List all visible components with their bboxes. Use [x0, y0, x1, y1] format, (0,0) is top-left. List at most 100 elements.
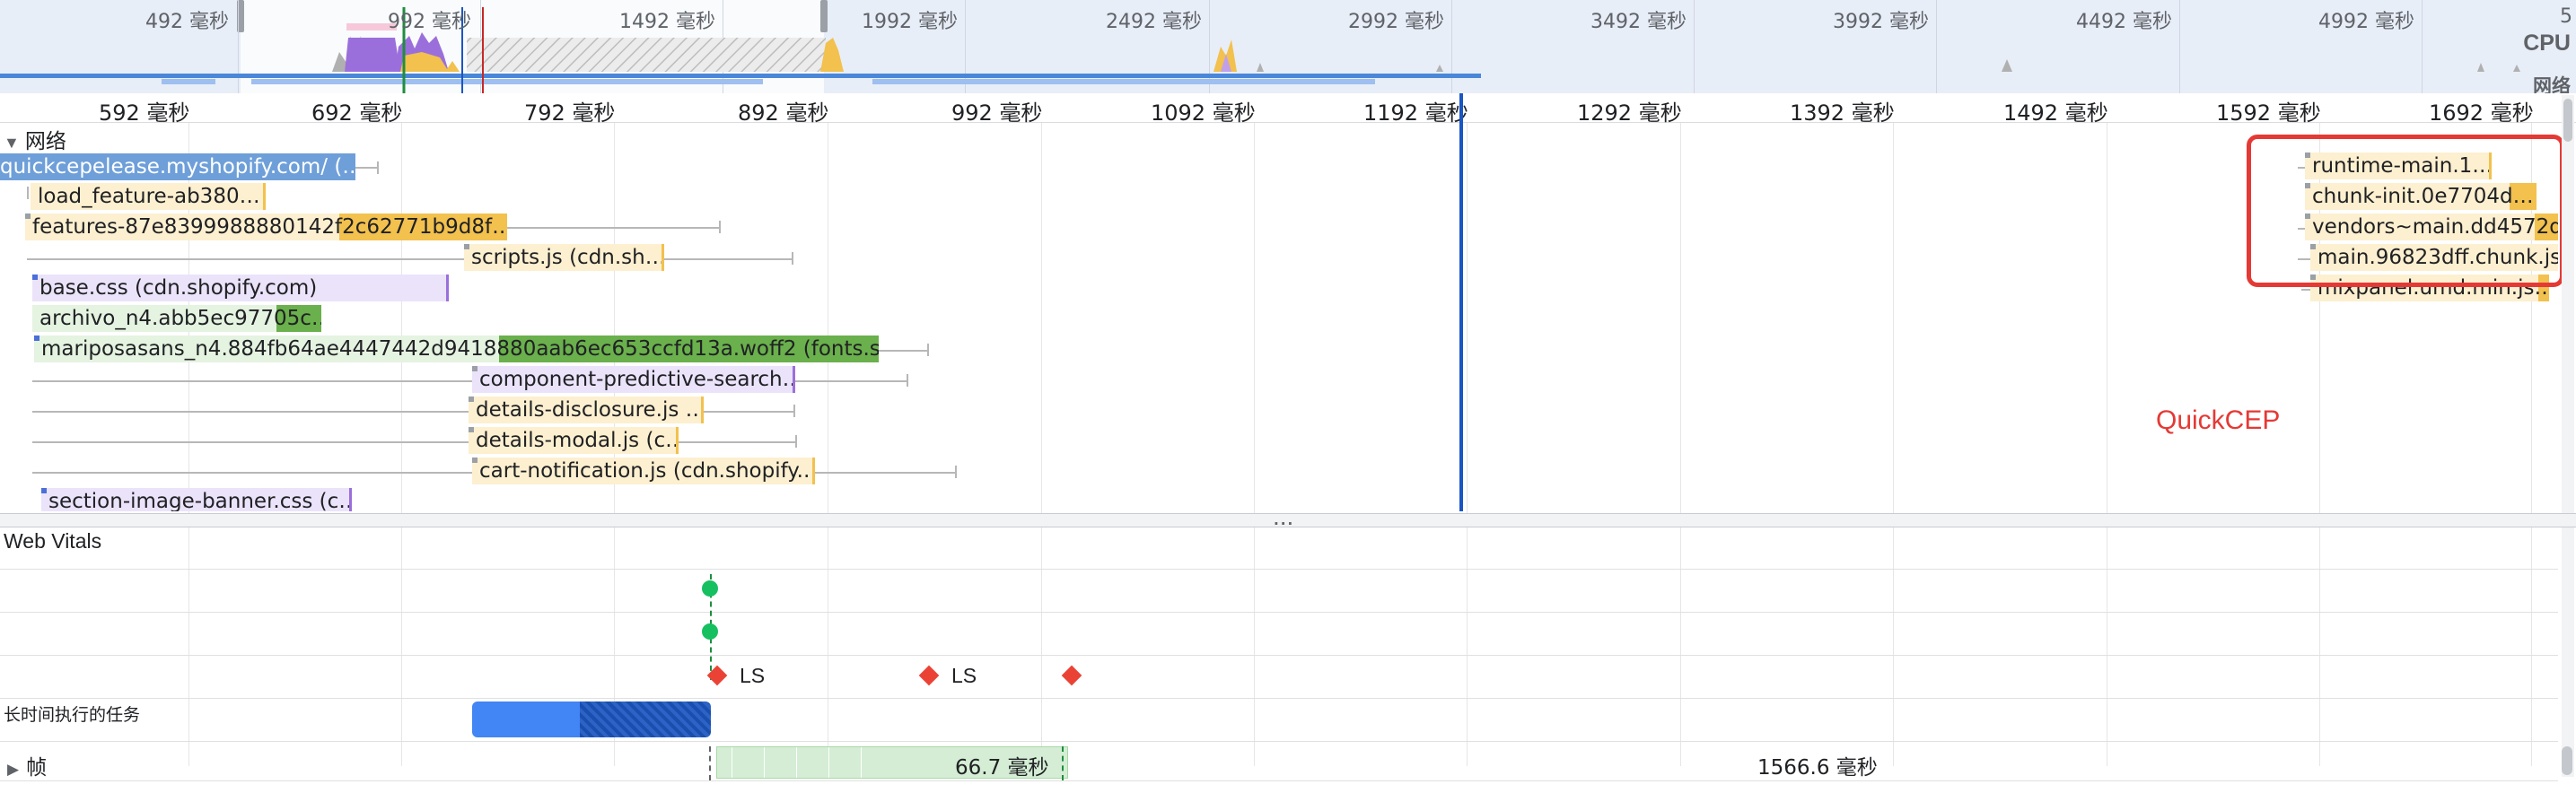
layout-shift-label: LS [740, 664, 766, 687]
track-divider [0, 741, 2558, 742]
long-task-blocking-portion[interactable] [580, 702, 711, 737]
request-whisker [507, 227, 719, 229]
overview-tick-label: 2992 毫秒 [1348, 11, 1444, 33]
overview-tick-label: 5 [2560, 5, 2572, 28]
overview-tick-label: 3992 毫秒 [1833, 11, 1929, 33]
request-whisker-end [955, 466, 957, 478]
overview-tick-label: 1492 毫秒 [619, 11, 715, 33]
ruler-tick-label: 992 毫秒 [951, 100, 1043, 126]
track-divider [0, 655, 2558, 656]
ruler-tick-label: 592 毫秒 [99, 100, 190, 126]
scrollbar-thumb[interactable] [2563, 99, 2572, 142]
track-divider [0, 780, 2558, 781]
overview-tick-label: 492 毫秒 [145, 11, 229, 33]
track-divider [0, 569, 2558, 570]
request-whisker-start [27, 187, 29, 199]
network-request-label: component-predictive-search… [479, 368, 795, 391]
overview-tick-label: 992 毫秒 [388, 11, 471, 33]
network-section-title: 网络 [24, 129, 66, 152]
network-request-label: scripts.js (cdn.sh… [471, 246, 664, 269]
request-whisker [679, 441, 795, 443]
network-request-row[interactable]: cart-notification.js (cdn.shopify.… [472, 458, 815, 484]
request-whisker [32, 441, 469, 443]
request-whisker-end [792, 252, 793, 265]
network-request-row[interactable]: component-predictive-search… [472, 366, 795, 393]
layout-shift-label: LS [951, 664, 977, 687]
overview-tick-label: 3492 毫秒 [1590, 11, 1687, 33]
ruler-tick-label: 1492 毫秒 [2003, 100, 2108, 126]
overview-tick-label: 2492 毫秒 [1106, 11, 1202, 33]
timeline-gridline [1680, 93, 1681, 766]
track-divider [0, 612, 2558, 613]
lcp-marker-icon[interactable] [702, 623, 718, 640]
network-request-row[interactable]: details-modal.js (c… [469, 427, 679, 454]
ruler-tick-label: 1392 毫秒 [1790, 100, 1895, 126]
request-whisker [704, 411, 793, 413]
network-request-label: cart-notification.js (cdn.shopify.… [479, 459, 815, 483]
time-marker-line [1459, 93, 1463, 511]
ruler-tick-label: 892 毫秒 [738, 100, 829, 126]
overview-tick-label: 4992 毫秒 [2318, 11, 2414, 33]
request-whisker [27, 258, 464, 260]
timeline-gridline [1041, 93, 1042, 766]
vertical-scrollbar[interactable] [2562, 95, 2574, 777]
network-section-header[interactable]: ▼ 网络 [0, 124, 66, 154]
web-vitals-label: Web Vitals [4, 529, 102, 553]
cpu-activity-graph [0, 7, 2520, 93]
frame-boundary-dashline [709, 746, 711, 780]
network-request-row[interactable]: scripts.js (cdn.sh… [464, 244, 664, 271]
collapse-triangle-icon[interactable]: ▼ [0, 134, 25, 152]
network-request-label: load_feature-ab380… [38, 185, 260, 208]
network-request-label: base.css (cdn.shopify.com) [39, 276, 318, 300]
request-whisker-end [907, 374, 908, 387]
lower-scrollbar-thumb[interactable] [2562, 746, 2572, 775]
network-request-row[interactable]: archivo_n4.abb5ec97705c… [32, 305, 321, 332]
network-request-row[interactable]: load_feature-ab380… [31, 183, 266, 210]
network-request-label: details-modal.js (c… [476, 429, 679, 452]
ruler-tick-label: 1592 毫秒 [2216, 100, 2321, 126]
layout-shift-marker-icon[interactable] [1061, 665, 1082, 686]
network-request-row[interactable]: features-87e8399988880142f2c62771b9d8f… [25, 214, 507, 240]
track-divider [0, 698, 2558, 699]
ruler-tick-label: 1192 毫秒 [1363, 100, 1468, 126]
layout-shift-marker-icon[interactable] [918, 665, 940, 686]
network-request-row[interactable]: quickcepelease.myshopify.com/ (… [0, 153, 355, 180]
long-tasks-label: 长时间执行的任务 [4, 706, 141, 725]
network-request-row[interactable]: base.css (cdn.shopify.com) [32, 274, 449, 301]
timeline-gridline [1254, 93, 1255, 766]
request-whisker-end [795, 435, 797, 448]
request-whisker [879, 350, 927, 352]
timeline-gridline [401, 93, 402, 766]
request-whisker [355, 167, 377, 169]
network-request-label: features-87e8399988880142f2c62771b9d8f… [32, 215, 507, 239]
request-whisker [32, 380, 472, 382]
ruler-tick-label: 692 毫秒 [311, 100, 403, 126]
overview-tick-label: 1992 毫秒 [862, 11, 958, 33]
more-icon[interactable]: ... [1273, 502, 1293, 531]
frames-label-text: 帧 [26, 755, 48, 779]
long-task-bar[interactable] [472, 702, 580, 737]
ruler-tick-label: 1692 毫秒 [2429, 100, 2534, 126]
time-ruler[interactable]: 592 毫秒 692 毫秒 792 毫秒 892 毫秒 992 毫秒 1092 … [0, 93, 2576, 126]
fcp-marker-icon[interactable] [702, 580, 718, 597]
network-request-label: mariposasans_n4.884fb64ae4447442d9418880… [41, 337, 879, 361]
cpu-track-label: CPU [2523, 30, 2571, 56]
timeline-overview[interactable]: 492 毫秒 992 毫秒 1492 毫秒 1992 毫秒 2492 毫秒 29… [0, 0, 2576, 94]
network-request-row[interactable]: mariposasans_n4.884fb64ae4447442d9418880… [34, 336, 879, 362]
request-whisker [815, 472, 955, 474]
request-whisker-end [927, 344, 929, 356]
network-request-label: details-disclosure.js … [476, 398, 704, 422]
highlight-annotation-box [2247, 135, 2564, 287]
expand-triangle-icon[interactable]: ▶ [4, 761, 26, 778]
network-request-label: section-image-banner.css (c… [48, 490, 352, 511]
ruler-tick-label: 1092 毫秒 [1151, 100, 1256, 126]
request-whisker [32, 472, 472, 474]
timeline-gridline [1467, 93, 1468, 766]
request-whisker-end [793, 405, 795, 417]
network-request-label: quickcepelease.myshopify.com/ (… [0, 155, 355, 179]
annotation-label: QuickCEP [2156, 405, 2281, 435]
network-request-row[interactable]: details-disclosure.js … [469, 396, 704, 423]
network-request-row[interactable]: section-image-banner.css (c… [41, 488, 352, 511]
frames-section-header[interactable]: ▶ 帧 [4, 750, 47, 780]
network-request-label: archivo_n4.abb5ec97705c… [39, 307, 321, 330]
